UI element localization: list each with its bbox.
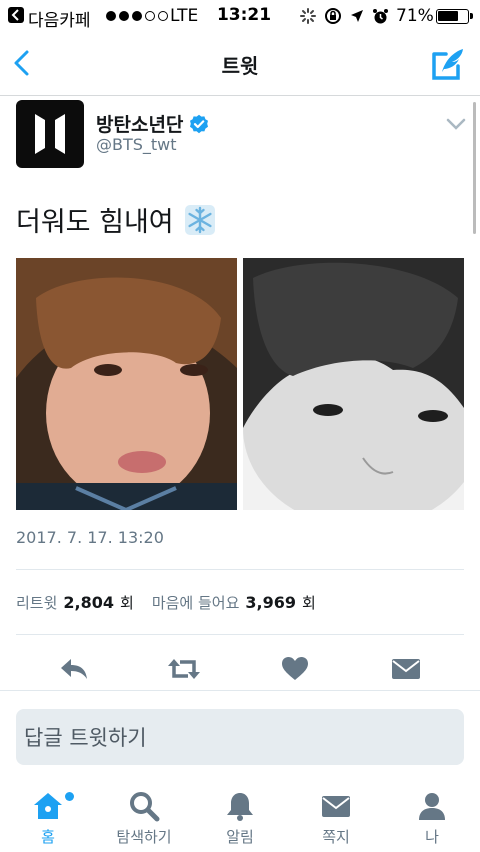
- photo-1-illustration: [16, 258, 237, 510]
- status-icons: [300, 7, 389, 25]
- status-bar: 다음카페 LTE 13:21 71%: [0, 0, 480, 32]
- bts-logo-icon: [35, 114, 65, 154]
- likes-unit: 회: [302, 594, 316, 612]
- tab-bar: 홈 탐색하기 알림 쪽지 나: [0, 780, 480, 852]
- tab-search[interactable]: 탐색하기: [96, 790, 192, 847]
- envelope-icon: [392, 659, 420, 679]
- reply-icon: [61, 659, 87, 679]
- tab-profile[interactable]: 나: [384, 790, 480, 847]
- battery-level-fill: [438, 11, 458, 21]
- search-icon: [130, 792, 160, 822]
- back-to-app-icon[interactable]: [8, 7, 24, 23]
- retweets-unit: 회: [120, 594, 134, 612]
- divider: [16, 634, 464, 635]
- signal-strength-icon: [106, 11, 168, 21]
- tab-notifications-label: 알림: [226, 828, 254, 846]
- likes-count: 3,969: [245, 593, 297, 612]
- tweet-stats[interactable]: 리트윗 2,804 회 마음에 들어요 3,969 회: [16, 592, 328, 613]
- navigation-bar: 트윗: [0, 32, 480, 96]
- photo-2-illustration: [243, 258, 464, 510]
- tab-home[interactable]: 홈: [0, 790, 96, 847]
- user-icon: [419, 793, 445, 820]
- home-icon: [34, 793, 62, 819]
- back-app-label[interactable]: 다음카페: [28, 6, 91, 31]
- direct-message-button[interactable]: [386, 652, 426, 686]
- new-content-dot: [65, 792, 74, 801]
- bell-icon: [227, 793, 253, 821]
- envelope-icon: [322, 796, 350, 817]
- compose-tweet-button[interactable]: [428, 44, 468, 84]
- loading-spinner-icon: [300, 8, 316, 24]
- tweet-photo-2[interactable]: [243, 258, 464, 510]
- status-time: 13:21: [216, 5, 272, 25]
- battery-icon: [436, 9, 473, 24]
- tab-search-label: 탐색하기: [116, 828, 172, 846]
- tweet-text-content: 더워도 힘내여: [16, 207, 174, 238]
- heart-icon: [282, 657, 308, 680]
- retweets-label: 리트윗: [16, 594, 58, 612]
- network-type: LTE: [170, 6, 199, 26]
- battery-percent: 71%: [396, 6, 434, 26]
- tab-notifications[interactable]: 알림: [192, 790, 288, 847]
- retweets-count: 2,804: [63, 593, 115, 612]
- reply-input[interactable]: 답글 트윗하기: [16, 709, 464, 765]
- snowflake-emoji-icon: [184, 204, 215, 235]
- scroll-indicator: [473, 102, 476, 234]
- tab-messages[interactable]: 쪽지: [288, 790, 384, 847]
- author-handle[interactable]: @BTS_twt: [96, 135, 177, 154]
- retweet-icon: [168, 659, 200, 679]
- rotation-lock-icon: [325, 8, 341, 24]
- reply-button[interactable]: [54, 652, 94, 686]
- author-avatar[interactable]: [16, 100, 84, 168]
- location-icon: [351, 10, 363, 22]
- verified-badge-icon: [190, 114, 209, 133]
- tweet-text: 더워도 힘내여: [16, 200, 216, 239]
- tweet-timestamp: 2017. 7. 17. 13:20: [16, 528, 164, 547]
- reply-section: 답글 트윗하기: [0, 690, 480, 778]
- alarm-icon: [373, 8, 388, 23]
- tab-home-label: 홈: [41, 828, 55, 846]
- page-title: 트윗: [221, 54, 259, 78]
- retweet-button[interactable]: [164, 652, 204, 686]
- author-name[interactable]: 방탄소년단: [96, 110, 209, 137]
- like-button[interactable]: [275, 652, 315, 686]
- tweet-photo-1[interactable]: [16, 258, 237, 510]
- likes-label: 마음에 들어요: [151, 594, 240, 612]
- tweet-options-button[interactable]: [446, 116, 466, 130]
- tweet-actions: [0, 648, 480, 688]
- author-name-text: 방탄소년단: [96, 114, 184, 136]
- tab-profile-label: 나: [425, 828, 439, 846]
- compose-tweet-icon: [432, 49, 463, 80]
- chevron-down-icon: [446, 118, 466, 130]
- divider: [16, 569, 464, 570]
- tab-messages-label: 쪽지: [322, 828, 350, 846]
